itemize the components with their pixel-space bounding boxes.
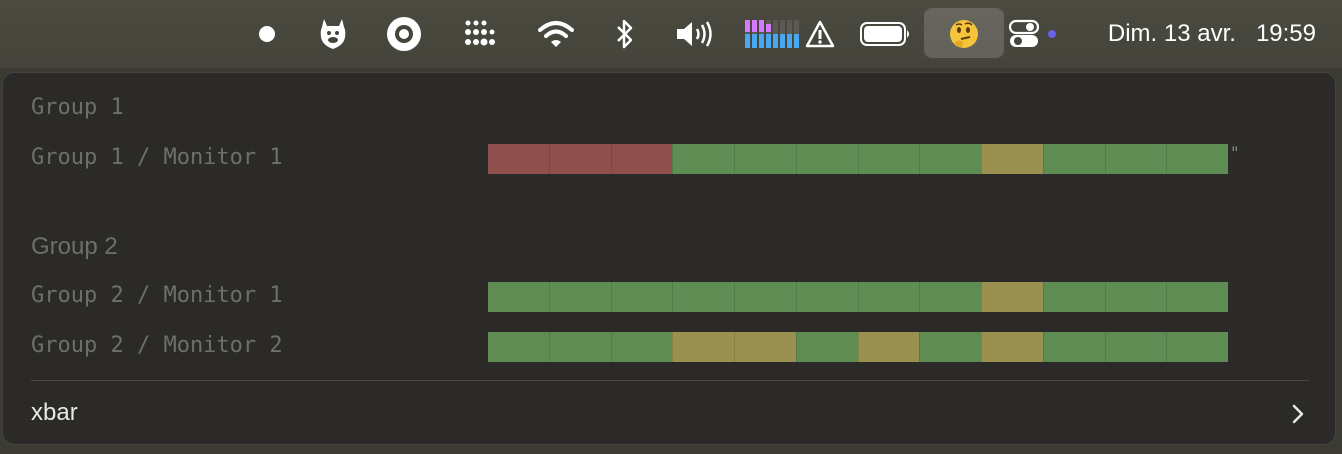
- status-segment-up: [795, 282, 858, 312]
- status-segment-warn: [981, 144, 1043, 174]
- status-segment-up: [919, 144, 981, 174]
- status-segment-up: [548, 332, 611, 362]
- status-segment-up: [1104, 144, 1167, 174]
- status-segment-up: [857, 282, 920, 312]
- group-1-title: Group 1: [31, 95, 124, 120]
- status-segment-up: [734, 144, 796, 174]
- volume-icon[interactable]: [674, 0, 718, 68]
- status-segment-up: [1166, 332, 1228, 362]
- group-1-monitor-1-label: Group 1 / Monitor 1: [31, 145, 283, 170]
- status-segment-up: [1166, 144, 1228, 174]
- warning-icon[interactable]: [804, 0, 836, 68]
- xbar-label: xbar: [31, 399, 78, 426]
- status-segment-down: [488, 144, 549, 174]
- bluetooth-icon[interactable]: [612, 0, 638, 68]
- status-segment-down: [610, 144, 673, 174]
- status-segment-warn: [734, 332, 796, 362]
- llama-icon[interactable]: [316, 0, 350, 68]
- date-label: Dim. 13 avr.: [1107, 20, 1236, 47]
- menu-bar-clock[interactable]: Dim. 13 avr. 19:59: [1108, 0, 1316, 68]
- chevron-right-icon: [1291, 403, 1305, 430]
- xbar-submenu-item[interactable]: xbar: [3, 391, 1335, 435]
- dropdown-menu: Group 1 Group 1 / Monitor 1 " Group 2 Gr…: [2, 72, 1336, 445]
- status-segment-up: [734, 282, 796, 312]
- status-segment-up: [610, 282, 673, 312]
- status-segment-up: [919, 332, 981, 362]
- group-1-monitor-1-status-bar: [488, 144, 1228, 174]
- dot-icon[interactable]: [254, 0, 280, 68]
- thinking-face-icon[interactable]: [944, 0, 984, 68]
- status-segment-up: [1104, 282, 1167, 312]
- battery-icon[interactable]: [860, 0, 912, 68]
- status-segment-up: [795, 332, 858, 362]
- status-segment-warn: [672, 332, 734, 362]
- menu-bar: Dim. 13 avr. 19:59: [0, 0, 1342, 68]
- status-segment-up: [548, 282, 611, 312]
- status-segment-up: [1166, 282, 1228, 312]
- target-icon[interactable]: [386, 0, 422, 68]
- status-segment-up: [488, 332, 549, 362]
- menu-divider: [31, 380, 1309, 381]
- status-segment-warn: [981, 282, 1043, 312]
- group-2-title: Group 2: [31, 233, 118, 260]
- status-segment-up: [610, 332, 673, 362]
- status-segment-up: [795, 144, 858, 174]
- cpu-meter-icon[interactable]: [744, 0, 802, 68]
- status-segment-up: [1042, 282, 1105, 312]
- status-segment-up: [1042, 144, 1105, 174]
- group-2-monitor-1-label: Group 2 / Monitor 1: [31, 283, 283, 308]
- status-segment-up: [672, 144, 734, 174]
- wifi-icon[interactable]: [536, 0, 576, 68]
- control-center-icon[interactable]: [1008, 0, 1060, 68]
- status-segment-warn: [857, 332, 920, 362]
- status-segment-down: [548, 144, 611, 174]
- group-2-monitor-2-label: Group 2 / Monitor 2: [31, 333, 283, 358]
- status-segment-up: [1104, 332, 1167, 362]
- status-bar-suffix: ": [1230, 143, 1240, 162]
- grid-dots-icon[interactable]: [462, 0, 498, 68]
- status-segment-warn: [981, 332, 1043, 362]
- status-segment-up: [1042, 332, 1105, 362]
- status-segment-up: [488, 282, 549, 312]
- time-label: 19:59: [1255, 20, 1316, 47]
- status-segment-up: [672, 282, 734, 312]
- status-segment-up: [919, 282, 981, 312]
- group-2-monitor-2-status-bar: [488, 332, 1228, 362]
- group-2-monitor-1-status-bar: [488, 282, 1228, 312]
- status-segment-up: [857, 144, 920, 174]
